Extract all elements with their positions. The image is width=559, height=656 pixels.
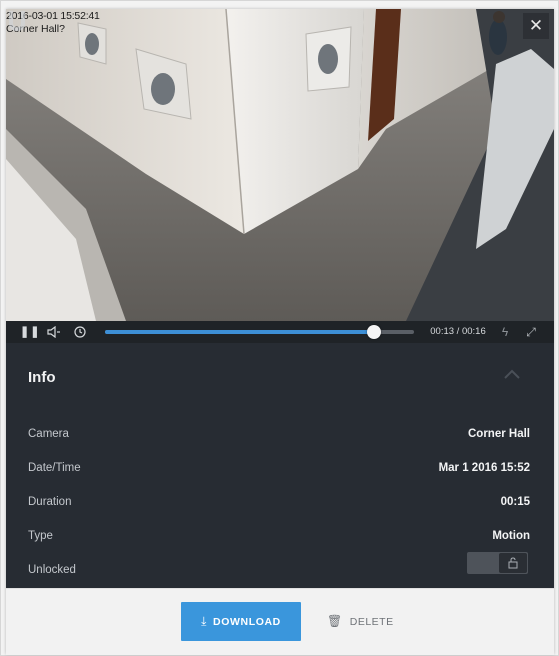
trash-icon: 🗑 bbox=[327, 614, 343, 628]
screenshot-frame: 2016-03-01 15:52:41 Corner Hall? ✕ ❚❚ 00… bbox=[0, 0, 559, 656]
video-frame bbox=[6, 9, 554, 321]
recording-modal: 2016-03-01 15:52:41 Corner Hall? ✕ ❚❚ 00… bbox=[6, 9, 554, 655]
progress-track[interactable] bbox=[105, 325, 414, 339]
info-panel: Info Camera Corner Hall Date/Time Mar 1 … bbox=[6, 343, 554, 588]
playback-time: 00:13 / 00:16 bbox=[430, 326, 486, 337]
ubiquiti-logo-icon bbox=[9, 11, 25, 31]
volume-icon[interactable] bbox=[46, 321, 62, 343]
chevron-up-icon[interactable] bbox=[502, 367, 522, 381]
download-button[interactable]: ⤓ DOWNLOAD bbox=[181, 602, 301, 641]
progress-thumb[interactable] bbox=[366, 325, 381, 339]
datetime-label: Date/Time bbox=[28, 462, 81, 474]
unlocked-toggle[interactable] bbox=[467, 552, 528, 574]
download-label: DOWNLOAD bbox=[213, 616, 281, 628]
datetime-value: Mar 1 2016 15:52 bbox=[438, 462, 530, 474]
expand-icon[interactable]: ⤢ bbox=[522, 321, 540, 343]
duration-label: Duration bbox=[28, 496, 72, 508]
modal-footer: ⤓ DOWNLOAD 🗑 DELETE bbox=[6, 588, 554, 655]
type-label: Type bbox=[28, 530, 53, 542]
camera-label: Camera bbox=[28, 428, 69, 440]
unlocked-label: Unlocked bbox=[28, 564, 76, 576]
delete-button[interactable]: 🗑 DELETE bbox=[327, 602, 394, 641]
camera-value: Corner Hall bbox=[468, 428, 530, 440]
progress-fill bbox=[105, 330, 374, 334]
clock-icon[interactable] bbox=[72, 321, 88, 343]
info-title: Info bbox=[28, 369, 56, 386]
download-icon: ⤓ bbox=[201, 614, 208, 628]
close-button[interactable]: ✕ bbox=[523, 13, 549, 39]
lock-icon bbox=[508, 557, 518, 569]
bolt-icon[interactable]: ϟ bbox=[498, 321, 512, 343]
video-player[interactable]: 2016-03-01 15:52:41 Corner Hall? ✕ bbox=[6, 9, 554, 321]
pause-icon[interactable]: ❚❚ bbox=[20, 321, 39, 343]
type-value: Motion bbox=[492, 530, 530, 542]
toggle-knob bbox=[499, 553, 527, 573]
delete-label: DELETE bbox=[349, 616, 394, 628]
duration-value: 00:15 bbox=[500, 496, 530, 508]
player-controls: ❚❚ 00:13 / 00:16 ϟ ⤢ bbox=[6, 321, 554, 343]
close-icon: ✕ bbox=[528, 16, 544, 35]
